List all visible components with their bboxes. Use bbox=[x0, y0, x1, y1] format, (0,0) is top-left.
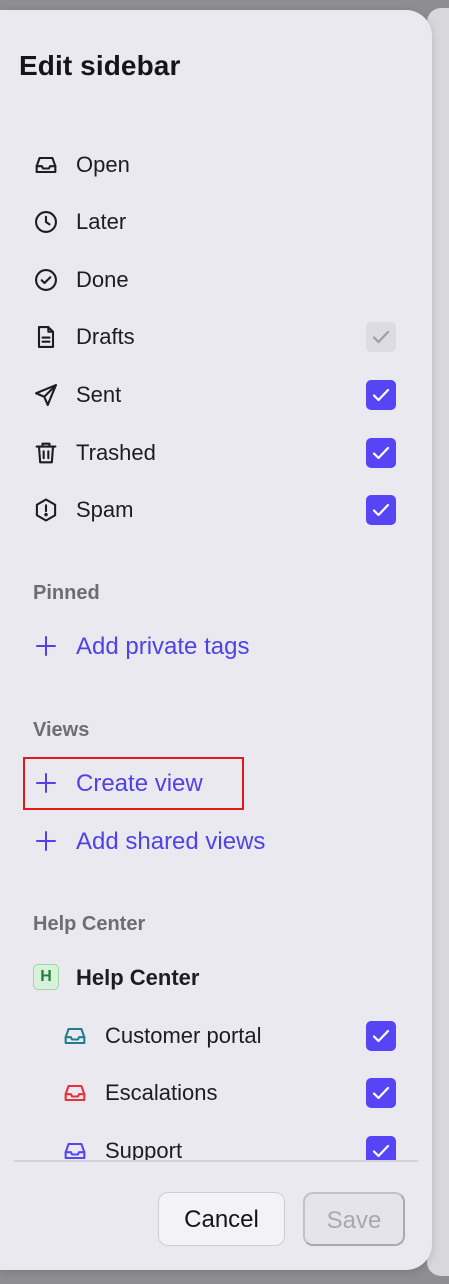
add-shared-views-button[interactable]: Add shared views bbox=[0, 819, 432, 865]
support-checkbox[interactable] bbox=[366, 1136, 396, 1160]
folder-label: Done bbox=[76, 267, 129, 292]
folder-row-open[interactable]: Open bbox=[0, 142, 432, 188]
document-icon bbox=[32, 323, 60, 351]
inbox-icon bbox=[61, 1079, 89, 1107]
folder-label: Sent bbox=[76, 382, 122, 407]
customer-portal-checkbox[interactable] bbox=[366, 1021, 396, 1051]
add-private-tags-label: Add private tags bbox=[76, 633, 250, 660]
help-center-badge-icon: H bbox=[33, 964, 59, 990]
help-center-item-support[interactable]: Support bbox=[0, 1128, 432, 1160]
add-shared-views-label: Add shared views bbox=[76, 828, 266, 855]
inbox-icon bbox=[61, 1022, 89, 1050]
folder-row-trashed[interactable]: Trashed bbox=[0, 430, 432, 476]
folder-label: Later bbox=[76, 209, 127, 234]
folder-row-later[interactable]: Later bbox=[0, 199, 432, 245]
help-center-item-label: Support bbox=[105, 1138, 183, 1160]
help-center-row[interactable]: H Help Center bbox=[0, 955, 432, 1001]
help-center-item-label: Customer portal bbox=[105, 1023, 262, 1048]
escalations-checkbox[interactable] bbox=[366, 1078, 396, 1108]
inbox-icon bbox=[61, 1137, 89, 1160]
folder-label: Drafts bbox=[76, 324, 135, 349]
drafts-checkbox bbox=[366, 322, 396, 352]
check-circle-icon bbox=[32, 266, 60, 294]
save-button[interactable]: Save bbox=[303, 1192, 405, 1246]
plus-icon bbox=[34, 829, 58, 853]
cancel-button[interactable]: Cancel bbox=[158, 1192, 285, 1246]
folder-row-drafts[interactable]: Drafts bbox=[0, 314, 432, 360]
spam-checkbox[interactable] bbox=[366, 495, 396, 525]
plus-icon bbox=[34, 634, 58, 658]
folder-row-spam[interactable]: Spam bbox=[0, 487, 432, 533]
clock-icon bbox=[32, 208, 60, 236]
add-private-tags-button[interactable]: Add private tags bbox=[0, 624, 432, 670]
views-header: Views bbox=[33, 719, 90, 741]
folder-label: Spam bbox=[76, 497, 134, 522]
help-center-header: Help Center bbox=[33, 913, 146, 935]
inbox-icon bbox=[32, 151, 60, 179]
help-center-title: Help Center bbox=[76, 965, 200, 990]
folder-row-done[interactable]: Done bbox=[0, 257, 432, 303]
pinned-header: Pinned bbox=[33, 582, 100, 604]
trashed-checkbox[interactable] bbox=[366, 438, 396, 468]
folder-row-sent[interactable]: Sent bbox=[0, 372, 432, 418]
create-view-highlight-box bbox=[23, 757, 244, 810]
help-center-item-escalations[interactable]: Escalations bbox=[0, 1070, 432, 1116]
trash-icon bbox=[32, 439, 60, 467]
sent-checkbox[interactable] bbox=[366, 380, 396, 410]
footer-divider bbox=[14, 1160, 418, 1162]
folder-label: Trashed bbox=[76, 440, 156, 465]
panel-title: Edit sidebar bbox=[19, 50, 181, 81]
help-center-item-customer-portal[interactable]: Customer portal bbox=[0, 1013, 432, 1059]
help-center-item-label: Escalations bbox=[105, 1080, 218, 1105]
folder-label: Open bbox=[76, 152, 130, 177]
send-icon bbox=[32, 381, 60, 409]
spam-icon bbox=[32, 496, 60, 524]
